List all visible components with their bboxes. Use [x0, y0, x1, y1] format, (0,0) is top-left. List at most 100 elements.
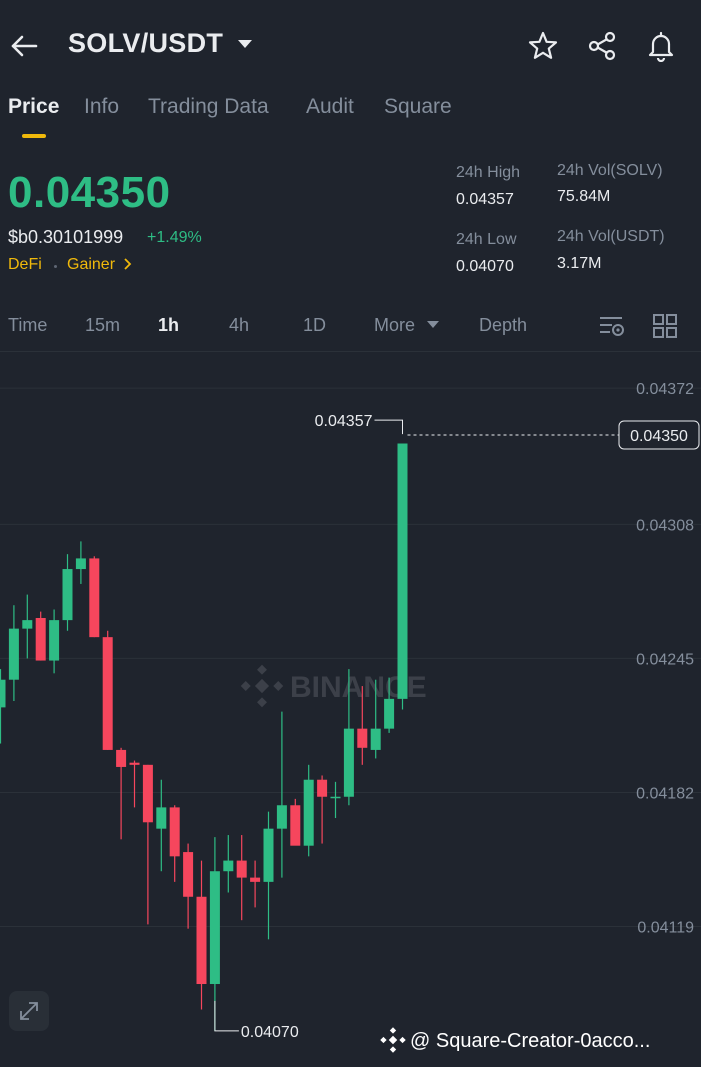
back-arrow-icon [11, 35, 38, 57]
stat-high-label: 24h High [456, 164, 521, 181]
candle-body [263, 828, 274, 882]
creator-credit-text: @ Square-Creator-0acco... [410, 1030, 651, 1052]
interval-depth[interactable]: Depth [479, 315, 527, 336]
candle [236, 835, 247, 921]
candle [223, 835, 234, 893]
chevron-right-icon [124, 258, 132, 270]
tab-price[interactable]: Price [8, 95, 59, 119]
back-button[interactable] [8, 30, 42, 62]
tag-separator [54, 265, 57, 268]
candle [0, 669, 6, 744]
favorite-button[interactable] [527, 30, 559, 62]
candle [169, 805, 180, 882]
stat-low-label: 24h Low [456, 231, 517, 248]
candle [330, 781, 341, 819]
candle-body [384, 698, 395, 729]
interval-15m[interactable]: 15m [85, 315, 120, 336]
bell-icon [648, 31, 674, 63]
candle [317, 775, 328, 844]
candle-body [142, 764, 153, 823]
candle [397, 443, 408, 710]
candle [303, 764, 314, 857]
layout-grid-button[interactable] [652, 313, 678, 339]
candle-body [223, 860, 234, 872]
candles [0, 443, 408, 1031]
candle-body [357, 728, 368, 748]
grid-icon [653, 314, 677, 338]
tab-audit[interactable]: Audit [306, 95, 354, 119]
candle-body [0, 679, 6, 708]
high-marker-line [374, 419, 403, 435]
expand-chart-button[interactable] [9, 991, 49, 1031]
candle-body [196, 896, 207, 985]
tag-category[interactable]: DeFi [8, 256, 42, 274]
change-percent: +1.49% [147, 229, 202, 246]
high-marker-label: 0.04357 [315, 413, 373, 430]
stat-vol-quote-value: 3.17M [557, 255, 602, 272]
candle-body [303, 779, 314, 846]
candle-body [62, 569, 73, 621]
candle-body [102, 637, 113, 750]
candle-body [250, 877, 261, 882]
interval-1d[interactable]: 1D [303, 315, 326, 336]
candle [196, 860, 207, 1010]
alert-button[interactable] [645, 30, 677, 63]
candle [49, 609, 60, 674]
interval-1h[interactable]: 1h [158, 315, 179, 336]
candle-body [317, 779, 328, 797]
indicator-settings-icon [600, 317, 624, 336]
y-tick-label: 0.04372 [636, 381, 694, 398]
tab-info[interactable]: Info [84, 95, 119, 119]
tab-square[interactable]: Square [384, 95, 452, 119]
candle-body [236, 860, 247, 878]
candle-body [116, 749, 127, 767]
stat-vol-base-label: 24h Vol(SOLV) [557, 162, 663, 179]
candle [62, 554, 73, 631]
candle [250, 860, 261, 908]
candle-body [129, 762, 140, 765]
candle-body [169, 807, 180, 857]
candle [276, 711, 287, 878]
last-price-tag-label: 0.04350 [630, 428, 688, 445]
candle-body [397, 443, 408, 699]
interval-4h[interactable]: 4h [229, 315, 249, 336]
y-tick-label: 0.04245 [636, 651, 694, 668]
share-icon [588, 31, 616, 61]
candle-body [89, 558, 100, 638]
interval-more[interactable]: More [374, 315, 415, 336]
share-button[interactable] [586, 30, 618, 62]
tag-gainer[interactable]: Gainer [67, 256, 132, 274]
caret-down-icon[interactable] [238, 40, 252, 48]
candle-body [290, 805, 301, 846]
candle-body [276, 805, 287, 829]
candlestick-chart[interactable]: 0.043720.043080.042450.041820.04119 BINA… [0, 352, 701, 1067]
candle-body [330, 796, 341, 799]
candle [116, 747, 127, 840]
star-icon [528, 31, 558, 59]
indicator-settings-button[interactable] [598, 313, 626, 339]
candle [183, 843, 194, 929]
candle-body [49, 620, 60, 661]
candle [75, 541, 86, 584]
interval-time[interactable]: Time [8, 315, 47, 336]
pair-selector[interactable]: SOLV/USDT [68, 28, 223, 59]
candle-body [156, 807, 167, 829]
candle [263, 811, 274, 940]
y-tick-label: 0.04182 [636, 785, 694, 802]
candle [290, 798, 301, 846]
candle-body [35, 617, 46, 661]
candle [102, 630, 113, 750]
candle-body [343, 728, 354, 797]
y-tick-label: 0.04119 [637, 920, 694, 937]
stat-vol-base-value: 75.84M [557, 188, 611, 205]
tab-trading-data[interactable]: Trading Data [148, 95, 269, 119]
candle [89, 556, 100, 638]
candle [129, 760, 140, 808]
stat-low-value: 0.04070 [456, 258, 514, 275]
low-marker-label: 0.04070 [241, 1024, 299, 1041]
candle-body [370, 728, 381, 750]
creator-credit: @ Square-Creator-0acco... [380, 1027, 650, 1053]
caret-down-icon[interactable] [427, 321, 439, 328]
candle-body [209, 871, 220, 985]
candle-body [8, 628, 19, 680]
